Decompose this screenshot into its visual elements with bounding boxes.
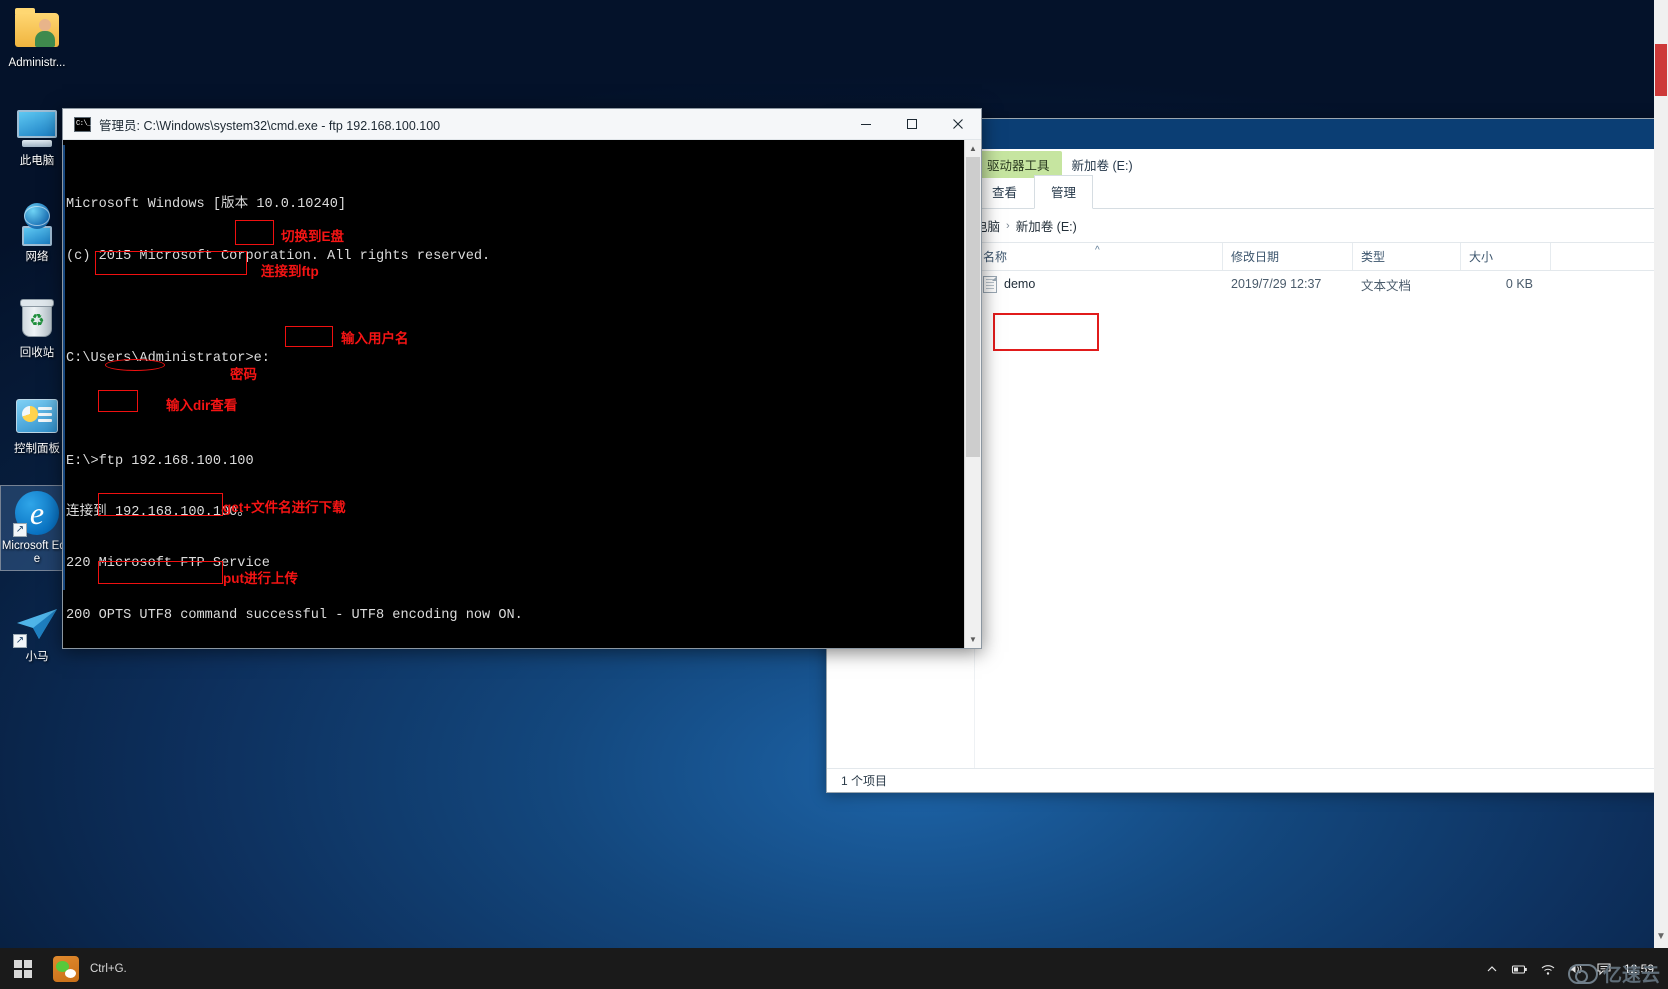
cmd-line <box>66 299 964 316</box>
annotation-label-switch-drive: 切换到E盘 <box>281 229 345 244</box>
item-count-label: 1 个项目 <box>841 774 888 788</box>
scroll-down-arrow-icon[interactable]: ▼ <box>1654 931 1668 942</box>
ribbon-drive-label: 新加卷 (E:) <box>1071 159 1133 173</box>
shortcut-hint-label: Ctrl+G. <box>90 962 127 975</box>
breadcrumb-item-drive[interactable]: 新加卷 (E:) <box>1016 216 1077 235</box>
watermark-text: 亿速云 <box>1602 965 1660 986</box>
sort-ascending-icon: ^ <box>1095 245 1100 256</box>
windows-start-icon <box>14 959 32 978</box>
tab-view[interactable]: 查看 <box>975 175 1034 209</box>
cmd-line: 200 OPTS UTF8 command successful - UTF8 … <box>66 607 523 623</box>
scroll-up-arrow-icon[interactable]: ▲ <box>965 140 981 157</box>
annotation-label-put: put进行上传 <box>223 571 298 586</box>
ribbon-contextual-row: 驱动器工具 新加卷 (E:) <box>975 151 1143 178</box>
page-scrollbar-thumb[interactable] <box>1655 44 1667 96</box>
ribbon-contextual-tab-drive-tools[interactable]: 驱动器工具 <box>975 151 1062 178</box>
file-name-cell[interactable]: demo <box>975 271 1223 297</box>
wechat-icon <box>53 955 79 982</box>
cmd-output[interactable]: Microsoft Windows [版本 10.0.10240] (c) 20… <box>63 140 964 648</box>
watermark: 亿速云 <box>1567 960 1660 987</box>
annotation-box-username <box>285 326 333 347</box>
column-header-size[interactable]: 大小 <box>1461 243 1551 270</box>
table-row[interactable]: demo 2019/7/29 12:37 文本文档 0 KB <box>975 271 1667 297</box>
page-scrollbar[interactable]: ▼ <box>1654 0 1668 948</box>
file-list[interactable]: 名称 修改日期 类型 大小 ^ demo 2019/7/29 12:37 文本文… <box>975 243 1667 768</box>
tab-manage[interactable]: 管理 <box>1034 175 1094 209</box>
control-panel-icon <box>13 392 61 440</box>
edge-icon: e ↗ <box>13 489 61 537</box>
maximize-button[interactable] <box>889 109 935 139</box>
scrollbar-track[interactable] <box>965 157 981 631</box>
this-pc-icon <box>13 104 61 152</box>
scroll-down-arrow-icon[interactable]: ▼ <box>965 631 981 648</box>
cmd-scrollbar[interactable]: ▲ ▼ <box>964 140 981 648</box>
show-hidden-icons-caret[interactable] <box>1478 948 1506 989</box>
annotation-label-password: 密码 <box>230 367 257 382</box>
minimize-button[interactable] <box>843 109 889 139</box>
file-size-cell: 0 KB <box>1505 277 1533 291</box>
cmd-line: Microsoft Windows [版本 10.0.10240] <box>66 197 347 213</box>
annotation-label-connect-ftp: 连接到ftp <box>261 264 319 279</box>
breadcrumb-separator-icon: › <box>1006 219 1010 232</box>
command-prompt-window[interactable]: C:\_ 管理员: C:\Windows\system32\cmd.exe - … <box>62 108 982 649</box>
shortcut-arrow-icon: ↗ <box>13 634 27 648</box>
cmd-line: E:\>ftp 192.168.100.100 <box>66 453 254 469</box>
cmd-line: C:\Users\Administrator>e: <box>66 351 270 367</box>
annotation-box-switch-drive <box>235 220 274 245</box>
battery-icon[interactable] <box>1506 948 1534 989</box>
paper-plane-icon: ↗ <box>13 600 61 648</box>
start-button[interactable] <box>0 948 46 989</box>
cmd-left-edge-highlight <box>63 145 65 590</box>
shortcut-arrow-icon: ↗ <box>13 523 27 537</box>
desktop-icon-label: Administr... <box>8 57 66 69</box>
desktop-icon-label: 小马 <box>25 651 49 663</box>
column-header-date[interactable]: 修改日期 <box>1223 243 1353 270</box>
taskbar[interactable]: Ctrl+G. 12:59 <box>0 948 1668 989</box>
cmd-line: 连接到 192.168.100.100。 <box>66 504 251 520</box>
close-button[interactable] <box>935 109 981 139</box>
cmd-line <box>66 401 964 418</box>
file-type-cell: 文本文档 <box>1361 278 1412 293</box>
desktop-icon-label: 网络 <box>25 251 49 263</box>
recycle-bin-icon: ♻ <box>13 296 61 344</box>
cmd-icon: C:\_ <box>74 116 91 132</box>
file-date-cell: 2019/7/29 12:37 <box>1231 277 1322 291</box>
taskbar-item-wechat[interactable] <box>46 948 86 989</box>
ribbon-tab-row: 查看 管理 <box>975 175 1094 209</box>
desktop-icon-label: 回收站 <box>19 347 55 359</box>
desktop-icon-label: 控制面板 <box>14 443 60 455</box>
network-icon <box>13 200 61 248</box>
cmd-line: 220 Microsoft FTP Service <box>66 556 270 572</box>
file-name-label: demo <box>1004 277 1036 291</box>
scrollbar-thumb[interactable] <box>966 157 980 457</box>
cloud-icon <box>1567 963 1598 984</box>
text-file-icon <box>983 275 997 293</box>
column-header-type[interactable]: 类型 <box>1353 243 1461 270</box>
column-header-row: 名称 修改日期 类型 大小 ^ <box>975 243 1667 271</box>
cmd-title-bar[interactable]: C:\_ 管理员: C:\Windows\system32\cmd.exe - … <box>63 109 981 140</box>
cmd-content-area: Microsoft Windows [版本 10.0.10240] (c) 20… <box>63 140 981 648</box>
desktop-icon-label: 此电脑 <box>19 155 55 167</box>
user-folder-icon <box>13 6 61 54</box>
cmd-title-text: 管理员: C:\Windows\system32\cmd.exe - ftp 1… <box>99 118 441 133</box>
wifi-icon[interactable] <box>1534 948 1562 989</box>
desktop-icon-administrator[interactable]: Administr... <box>1 6 73 70</box>
cmd-line: (c) 2015 Microsoft Corporation. All righ… <box>66 248 491 264</box>
window-controls <box>843 109 981 139</box>
status-bar: 1 个项目 <box>827 768 1667 792</box>
annotation-label-username: 输入用户名 <box>341 331 409 346</box>
